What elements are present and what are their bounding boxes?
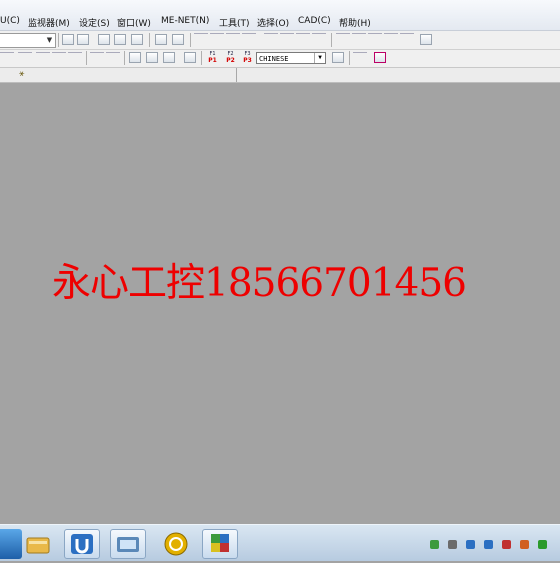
block-insert-icon[interactable]: [172, 34, 184, 45]
shift-f8-icon[interactable]: [18, 52, 32, 66]
contact-parallel-nc-icon[interactable]: [242, 33, 256, 47]
chevron-down-icon[interactable]: ▼: [314, 53, 325, 63]
game-app-icon: [211, 534, 229, 552]
ladder-replace-icon[interactable]: [77, 34, 89, 45]
contact-nc-icon[interactable]: [210, 33, 224, 47]
program-combo[interactable]: ▼: [0, 33, 56, 48]
coil-icon[interactable]: [264, 33, 278, 47]
file-explorer-icon: [26, 537, 50, 554]
write-mode-icon[interactable]: [163, 52, 175, 63]
toolbar-separator: [201, 51, 202, 65]
toolbar-separator: [331, 33, 332, 47]
project-tree-icon[interactable]: ⚹: [19, 69, 24, 79]
vertical-line-icon[interactable]: [312, 33, 326, 47]
list-icon[interactable]: [332, 52, 344, 63]
grid-icon[interactable]: [131, 34, 143, 45]
tray-volume-icon[interactable]: [484, 540, 493, 549]
contact-no-icon[interactable]: [194, 33, 208, 47]
ladder-app-icon: [71, 534, 93, 554]
shift-ctrl-f1-icon[interactable]: [68, 52, 82, 66]
ladder-find-icon[interactable]: [62, 34, 74, 45]
p3-button[interactable]: F3 P3: [240, 51, 255, 64]
tray-check-icon[interactable]: [538, 540, 547, 549]
pulse-coil-icon[interactable]: [368, 33, 382, 47]
menu-item-settings[interactable]: 设定(S): [79, 16, 110, 29]
toolbar-main: ▼: [0, 31, 560, 50]
tray-shield-icon[interactable]: [466, 540, 475, 549]
search-icon[interactable]: [114, 34, 126, 45]
p1-button[interactable]: F1 P1: [205, 51, 220, 64]
p1-label: P1: [208, 57, 217, 64]
toolbar-secondary: F1 P1 F2 P2 F3 P3 CHINESE ▼: [0, 50, 560, 68]
arrow-right-icon[interactable]: [98, 34, 110, 45]
tray-app-icon[interactable]: [520, 540, 529, 549]
horizontal-line-icon[interactable]: [296, 33, 310, 47]
instruction-icon[interactable]: [280, 33, 294, 47]
ctrl-f2-icon[interactable]: [52, 52, 66, 66]
toolbar-separator: [58, 33, 59, 47]
taskbar: [0, 524, 560, 561]
taskbar-pc-app[interactable]: [110, 529, 146, 559]
toolbar-separator: [190, 33, 191, 47]
menu-item-cpu[interactable]: U(C): [0, 16, 20, 26]
project-header-bar: ⚹: [0, 68, 560, 83]
pulse-rise-icon[interactable]: [336, 33, 350, 47]
block-edit-icon[interactable]: [155, 34, 167, 45]
draw-line-icon[interactable]: [420, 34, 432, 45]
convert-icon[interactable]: [129, 52, 141, 63]
pulse-coil-fall-icon[interactable]: [384, 33, 398, 47]
device-batch-icon[interactable]: [184, 52, 196, 63]
menu-item-me-net[interactable]: ME-NET(N): [161, 16, 209, 26]
shift-f2-icon[interactable]: [0, 52, 14, 66]
taskbar-explorer[interactable]: [20, 529, 56, 559]
menu-item-cad[interactable]: CAD(C): [298, 16, 331, 26]
toolbar-separator: [349, 51, 350, 65]
monitor-mode-icon[interactable]: [146, 52, 158, 63]
menu-bar: U(C) 监视器(M) 设定(S) 窗口(W) ME-NET(N) 工具(T) …: [0, 0, 560, 31]
ctrl-f9-icon[interactable]: [106, 52, 120, 66]
start-button[interactable]: [0, 529, 22, 559]
toolbar-separator: [149, 33, 150, 47]
font-edit-icon[interactable]: [374, 52, 386, 63]
tray-battery-icon[interactable]: [430, 540, 439, 549]
shell-app-icon: [164, 532, 188, 556]
tray-network-icon[interactable]: [448, 540, 457, 549]
toolbar-separator: [86, 51, 87, 65]
comment-icon[interactable]: [353, 52, 367, 66]
chevron-down-icon[interactable]: ▼: [45, 35, 54, 46]
p2-button[interactable]: F2 P2: [223, 51, 238, 64]
menu-item-window[interactable]: 窗口(W): [117, 16, 151, 29]
ctrl-f1-icon[interactable]: [36, 52, 50, 66]
taskbar-game-app[interactable]: [202, 529, 238, 559]
language-select[interactable]: CHINESE ▼: [256, 52, 326, 64]
menu-item-monitor[interactable]: 监视器(M): [28, 16, 70, 29]
menu-item-options[interactable]: 选择(O): [257, 16, 289, 29]
pulse-parallel-icon[interactable]: [400, 33, 414, 47]
tray-ime-icon[interactable]: [502, 540, 511, 549]
pane-divider[interactable]: [236, 68, 237, 82]
watermark-text: 永心工控18566701456: [52, 261, 467, 306]
p3-label: P3: [243, 57, 252, 64]
contact-parallel-icon[interactable]: [226, 33, 240, 47]
taskbar-ladder-app[interactable]: [64, 529, 100, 559]
pc-app-icon: [117, 537, 139, 552]
ctrl-f6-icon[interactable]: [90, 52, 104, 66]
language-select-value: CHINESE: [259, 55, 289, 63]
taskbar-shell-app[interactable]: [158, 529, 194, 559]
menu-item-tools[interactable]: 工具(T): [219, 16, 250, 29]
menu-item-help[interactable]: 帮助(H): [339, 16, 371, 29]
toolbar-separator: [124, 51, 125, 65]
p2-label: P2: [226, 57, 235, 64]
pulse-fall-icon[interactable]: [352, 33, 366, 47]
